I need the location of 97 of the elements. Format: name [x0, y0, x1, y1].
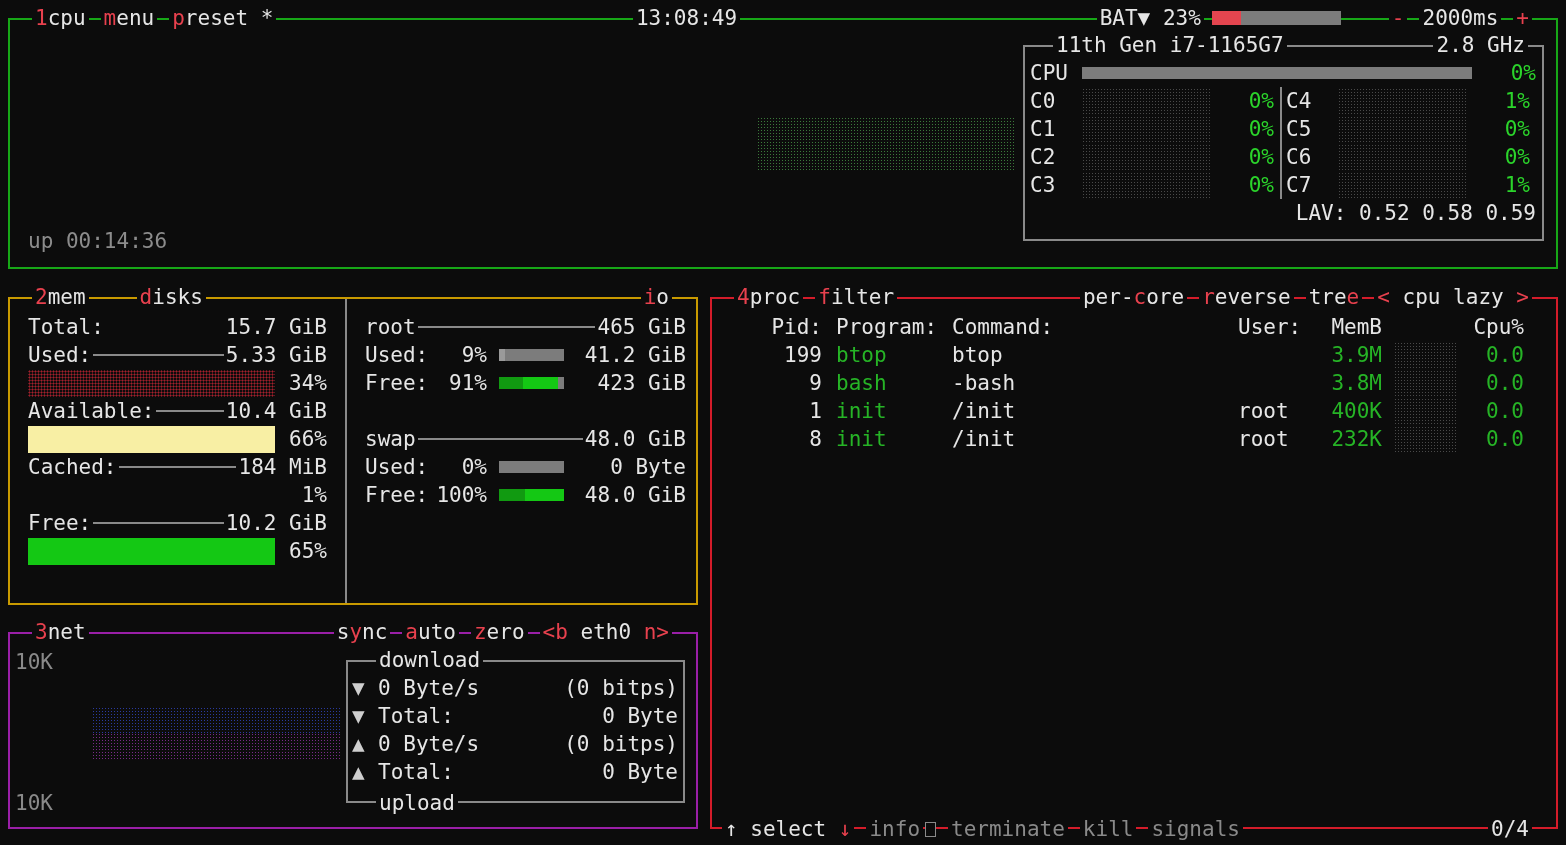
disk-percent: 0%	[460, 454, 487, 481]
disk-meter	[499, 377, 564, 389]
disk-value: 48.0 GiB	[583, 482, 686, 509]
table-cell-text: -bash	[952, 370, 1017, 397]
column-header[interactable]: Command:	[952, 313, 1238, 341]
traffic-value: (0 bitps)	[564, 731, 678, 758]
core-percent: 0%	[1248, 172, 1274, 199]
core-percent: 0%	[1248, 88, 1274, 115]
memory-value: 15.7 GiB	[225, 314, 327, 341]
core-label: C2	[1030, 144, 1057, 171]
core-label: C4	[1286, 88, 1313, 115]
core-percent: 0%	[1248, 116, 1274, 143]
memory-value: 10.4 GiB	[225, 398, 327, 425]
table-cell-text: 0.0	[1485, 426, 1524, 453]
core-percent: 0%	[1504, 116, 1530, 143]
disk-size: 48.0 GiB	[584, 426, 686, 453]
table-cell-text: init	[836, 398, 888, 425]
disk-percent: 100%	[435, 482, 487, 509]
table-cell-text: init	[836, 426, 888, 453]
table-cell-text: 3.9M	[1330, 342, 1382, 369]
table-cell-text: /init	[952, 398, 1017, 425]
uptime: up 00:14:36	[28, 228, 168, 255]
traffic-label: Total:	[378, 759, 454, 786]
memory-label: Cached:	[28, 454, 117, 481]
arrow-icon: ▼	[352, 702, 378, 730]
disk-value: 41.2 GiB	[583, 342, 686, 369]
traffic-label: 0 Byte/s	[378, 675, 480, 702]
table-cell-text: /init	[952, 426, 1017, 453]
disk-value: 0 Byte	[609, 454, 686, 481]
traffic-value: 0 Byte	[602, 703, 678, 730]
column-header[interactable]: User:	[1238, 313, 1328, 341]
memory-percent: 65%	[289, 538, 327, 565]
memory-percent: 34%	[289, 370, 327, 397]
table-cell-text: 0.0	[1485, 370, 1524, 397]
column-header[interactable]: Program:	[836, 313, 952, 341]
memory-value: 5.33 GiB	[225, 342, 327, 369]
disk-name: swap	[365, 426, 416, 453]
table-cell-text: 8	[808, 426, 823, 453]
traffic-label: 0 Byte/s	[378, 731, 480, 758]
memory-percent: 66%	[289, 426, 327, 453]
memory-value: 10.2 GiB	[225, 510, 327, 537]
table-cell-text: 232K	[1330, 426, 1382, 453]
disk-meter	[499, 461, 564, 473]
core-percent: 0%	[1248, 144, 1274, 171]
table-cell-text: 0.0	[1485, 342, 1524, 369]
table-cell: root	[1238, 399, 1289, 423]
memory-label: Used:	[28, 342, 92, 369]
table-cell-text: 1	[808, 398, 823, 425]
load-average: LAV: 0.52 0.58 0.59	[1294, 200, 1536, 227]
memory-label: Total:	[28, 314, 104, 341]
table-cell-text: btop	[836, 342, 888, 369]
arrow-icon: ▲	[352, 758, 378, 786]
disk-value: 423 GiB	[596, 370, 686, 397]
disk-percent: 9%	[460, 342, 487, 369]
table-cell-text: 3.8M	[1330, 370, 1382, 397]
table-cell-text: 0.0	[1485, 398, 1524, 425]
cpu-percent: 0%	[1510, 60, 1536, 87]
memory-label: Free:	[28, 510, 92, 537]
column-header[interactable]: MemB	[1328, 313, 1382, 341]
memory-percent: 1%	[301, 482, 327, 509]
table-cell-text: 9	[808, 370, 823, 397]
disk-name: root	[365, 314, 416, 341]
core-label: C7	[1286, 172, 1313, 199]
column-header[interactable]: Pid:	[724, 313, 836, 341]
disk-stat-label: Used:	[365, 454, 430, 481]
disk-meter	[499, 489, 564, 501]
traffic-value: (0 bitps)	[564, 675, 678, 702]
core-label: C3	[1030, 172, 1057, 199]
disk-stat-label: Free:	[365, 482, 430, 509]
arrow-icon: ▲	[352, 730, 378, 758]
core-label: C5	[1286, 116, 1313, 143]
disk-meter	[499, 349, 564, 361]
table-cell-text: bash	[836, 370, 888, 397]
disk-size: 465 GiB	[597, 314, 686, 341]
scale-label: 10K	[15, 790, 54, 817]
core-label: C6	[1286, 144, 1313, 171]
traffic-label: Total:	[378, 703, 454, 730]
memory-value: 184 MiB	[238, 454, 327, 481]
unknown-glyph-icon	[925, 821, 937, 837]
disk-stat-label: Used:	[365, 342, 430, 369]
disk-stat-label: Free:	[365, 370, 430, 397]
memory-label: Available:	[28, 398, 155, 425]
table-cell-text: btop	[952, 342, 1004, 369]
core-percent: 1%	[1504, 88, 1530, 115]
core-label: C1	[1030, 116, 1057, 143]
table-cell: root	[1238, 427, 1289, 451]
core-percent: 1%	[1504, 172, 1530, 199]
table-cell-text: 199	[783, 342, 823, 369]
traffic-value: 0 Byte	[602, 759, 678, 786]
scale-label: 10K	[15, 649, 54, 676]
arrow-icon: ▼	[352, 674, 378, 702]
table-cell-text: 400K	[1330, 398, 1382, 425]
core-label: C0	[1030, 88, 1057, 115]
disk-percent: 91%	[448, 370, 487, 397]
core-percent: 0%	[1504, 144, 1530, 171]
cpu-label: CPU	[1030, 60, 1069, 87]
column-header[interactable]: Cpu%	[1458, 313, 1524, 341]
